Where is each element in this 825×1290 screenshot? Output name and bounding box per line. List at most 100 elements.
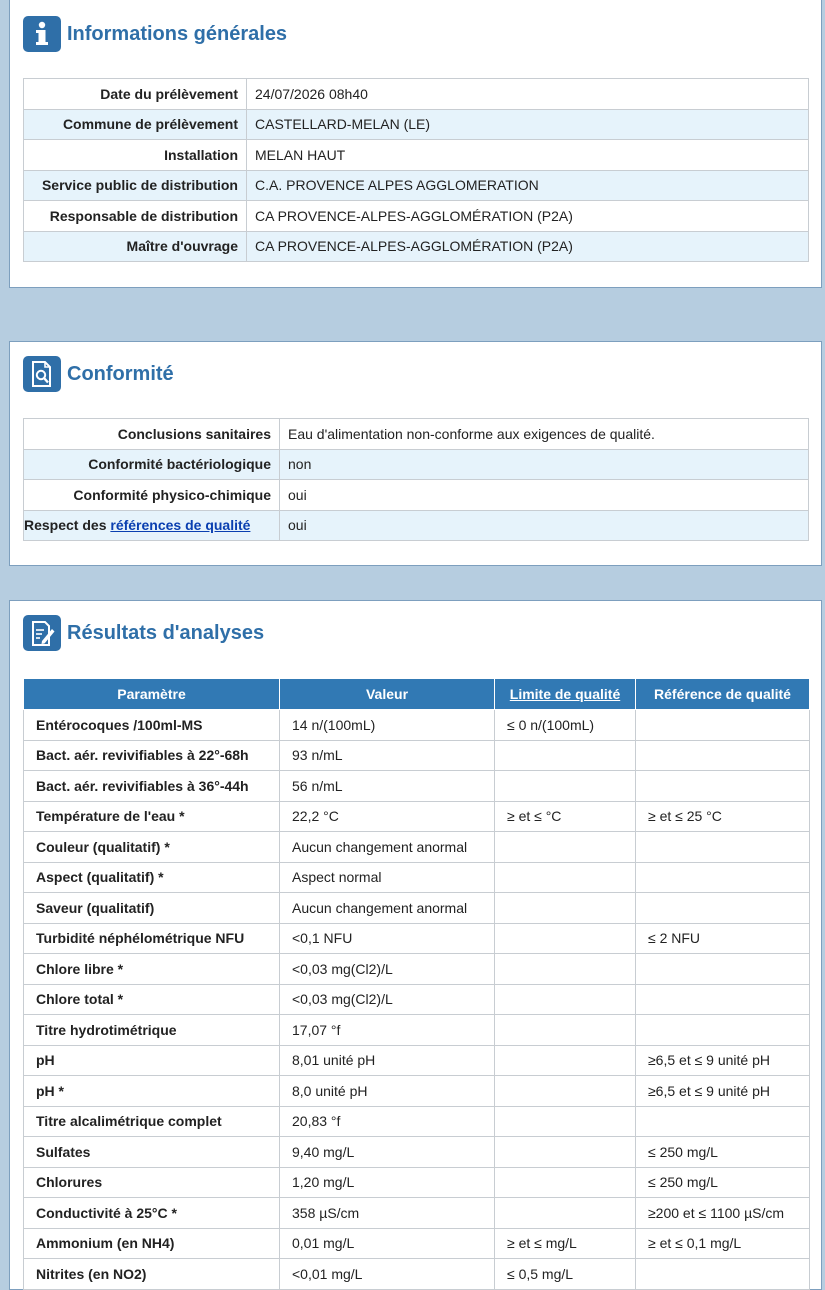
conformity-header: Conformité — [23, 356, 174, 392]
reference-cell — [635, 953, 810, 985]
value-cell: <0,03 mg(Cl2)/L — [279, 983, 495, 1015]
results-header-row: Paramètre Valeur Limite de qualité Référ… — [23, 678, 810, 710]
info-label: Installation — [23, 139, 247, 171]
info-row: Service public de distribution C.A. PROVE… — [23, 169, 809, 201]
quality-references-link[interactable]: références de qualité — [110, 517, 250, 533]
param-cell: Titre hydrotimétrique — [23, 1014, 280, 1046]
value-cell: 358 µS/cm — [279, 1197, 495, 1229]
reference-cell — [635, 770, 810, 802]
reference-cell — [635, 739, 810, 771]
info-label: Date du prélèvement — [23, 78, 247, 110]
info-row: Installation MELAN HAUT — [23, 139, 809, 171]
reference-cell — [635, 861, 810, 893]
limit-cell — [494, 953, 636, 985]
table-row: Bact. aér. revivifiables à 36°-44h 56 n/m… — [23, 770, 810, 802]
value-cell: 93 n/mL — [279, 739, 495, 771]
respect-value: oui — [279, 509, 809, 541]
param-cell: Couleur (qualitatif) * — [23, 831, 280, 863]
table-row: Nitrites (en NO2) <0,01 mg/L ≤ 0,5 mg/L — [23, 1258, 810, 1290]
limit-cell — [494, 1075, 636, 1107]
reference-cell: ≥ et ≤ 0,1 mg/L — [635, 1227, 810, 1259]
info-label: Maître d'ouvrage — [23, 230, 247, 262]
param-cell: Nitrites (en NO2) — [23, 1258, 280, 1290]
conformity-table: Conclusions sanitaires Eau d'alimentation… — [23, 418, 809, 541]
table-row: pH 8,01 unité pH ≥6,5 et ≤ 9 unité pH — [23, 1044, 810, 1076]
conformity-row-respect: Respect des références de qualité oui — [23, 509, 809, 541]
limit-cell: ≤ 0,5 mg/L — [494, 1258, 636, 1290]
reference-cell — [635, 983, 810, 1015]
limit-cell — [494, 1105, 636, 1137]
value-cell: 0,01 mg/L — [279, 1227, 495, 1259]
param-cell: Titre alcalimétrique complet — [23, 1105, 280, 1137]
limit-cell — [494, 739, 636, 771]
value-cell: 56 n/mL — [279, 770, 495, 802]
reference-cell: ≤ 2 NFU — [635, 922, 810, 954]
info-label: Commune de prélèvement — [23, 108, 247, 140]
param-cell: Entérocoques /100ml-MS — [23, 709, 280, 741]
reference-cell — [635, 1014, 810, 1046]
results-title: Résultats d'analyses — [67, 621, 265, 644]
conformity-value: Eau d'alimentation non-conforme aux exig… — [279, 418, 809, 450]
limit-cell — [494, 770, 636, 802]
info-value: C.A. PROVENCE ALPES AGGLOMERATION — [246, 169, 809, 201]
param-cell: Chlorures — [23, 1166, 280, 1198]
param-cell: Bact. aér. revivifiables à 22°-68h — [23, 739, 280, 771]
limit-cell: ≤ 0 n/(100mL) — [494, 709, 636, 741]
general-info-header: Informations générales — [23, 16, 287, 52]
conformity-title: Conformité — [67, 362, 174, 385]
conformity-row: Conformité bactériologique non — [23, 448, 809, 480]
document-search-icon — [23, 356, 61, 392]
table-row: Entérocoques /100ml-MS 14 n/(100mL) ≤ 0 n/… — [23, 709, 810, 741]
general-info-panel: Informations générales Date du prélèveme… — [9, 0, 822, 288]
param-cell: pH * — [23, 1075, 280, 1107]
value-cell: 8,0 unité pH — [279, 1075, 495, 1107]
general-info-title: Informations générales — [67, 22, 288, 45]
limit-cell: ≥ et ≤ °C — [494, 800, 636, 832]
table-row: Titre alcalimétrique complet 20,83 °f — [23, 1105, 810, 1137]
reference-cell: ≤ 250 mg/L — [635, 1136, 810, 1168]
value-cell: 9,40 mg/L — [279, 1136, 495, 1168]
table-row: Ammonium (en NH4) 0,01 mg/L ≥ et ≤ mg/L ≥ e… — [23, 1227, 810, 1259]
reference-cell: ≥ et ≤ 25 °C — [635, 800, 810, 832]
table-row: Turbidité néphélométrique NFU <0,1 NFU ≤ 2… — [23, 922, 810, 954]
limit-cell — [494, 831, 636, 863]
conformity-label: Conformité physico-chimique — [23, 479, 280, 511]
info-value: CA PROVENCE-ALPES-AGGLOMÉRATION (P2A) — [246, 200, 809, 232]
col-header-valeur: Valeur — [279, 678, 495, 710]
value-cell: 1,20 mg/L — [279, 1166, 495, 1198]
value-cell: <0,1 NFU — [279, 922, 495, 954]
param-cell: Sulfates — [23, 1136, 280, 1168]
conformity-row: Conclusions sanitaires Eau d'alimentation… — [23, 418, 809, 450]
info-row: Commune de prélèvement CASTELLARD-MELAN (… — [23, 108, 809, 140]
value-cell: <0,03 mg(Cl2)/L — [279, 953, 495, 985]
limit-cell — [494, 983, 636, 1015]
value-cell: <0,01 mg/L — [279, 1258, 495, 1290]
conformity-row: Conformité physico-chimique oui — [23, 479, 809, 511]
value-cell: Aucun changement anormal — [279, 892, 495, 924]
info-label: Responsable de distribution — [23, 200, 247, 232]
reference-cell — [635, 1258, 810, 1290]
value-cell: 8,01 unité pH — [279, 1044, 495, 1076]
info-value: 24/07/2026 08h40 — [246, 78, 809, 110]
table-row: Conductivité à 25°C * 358 µS/cm ≥200 et ≤ … — [23, 1197, 810, 1229]
results-header: Résultats d'analyses — [23, 615, 264, 651]
general-info-table: Date du prélèvement 24/07/2026 08h40 Commu… — [23, 78, 809, 262]
limit-cell — [494, 922, 636, 954]
limit-cell — [494, 861, 636, 893]
conformity-panel: Conformité Conclusions sanitaires Eau d'a… — [9, 341, 822, 566]
col-header-limite-link[interactable]: Limite de qualité — [494, 678, 636, 710]
table-row: Chlore total * <0,03 mg(Cl2)/L — [23, 983, 810, 1015]
col-header-parametre: Paramètre — [23, 678, 280, 710]
results-panel: Résultats d'analyses Paramètre Valeur Li… — [9, 600, 822, 1290]
reference-cell: ≥200 et ≤ 1100 µS/cm — [635, 1197, 810, 1229]
info-icon — [23, 16, 61, 52]
info-value: CA PROVENCE-ALPES-AGGLOMÉRATION (P2A) — [246, 230, 809, 262]
table-row: Chlorures 1,20 mg/L ≤ 250 mg/L — [23, 1166, 810, 1198]
table-row: Bact. aér. revivifiables à 22°-68h 93 n/m… — [23, 739, 810, 771]
info-row: Maître d'ouvrage CA PROVENCE-ALPES-AGGLOM… — [23, 230, 809, 262]
col-header-reference: Référence de qualité — [635, 678, 810, 710]
param-cell: Bact. aér. revivifiables à 36°-44h — [23, 770, 280, 802]
table-row: Saveur (qualitatif) Aucun changement anor… — [23, 892, 810, 924]
reference-cell: ≥6,5 et ≤ 9 unité pH — [635, 1075, 810, 1107]
info-value: MELAN HAUT — [246, 139, 809, 171]
